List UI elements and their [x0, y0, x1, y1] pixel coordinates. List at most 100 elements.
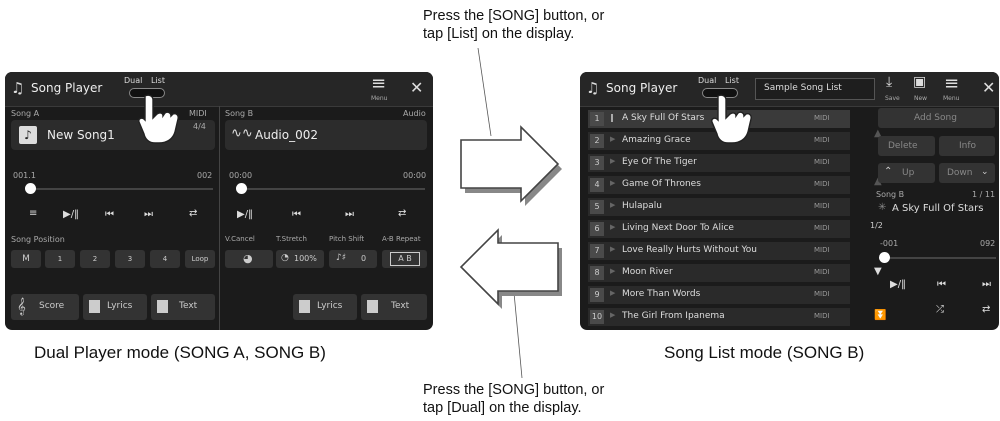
right-arrow-icon [460, 125, 562, 206]
close-icon-list[interactable]: ✕ [982, 78, 995, 97]
save-icon[interactable]: ⤓ [886, 74, 892, 90]
treble-clef-icon: 𝄞 [17, 297, 26, 315]
song-a-lyrics-button[interactable]: Lyrics [83, 294, 147, 320]
play-icon: ▶ [610, 289, 616, 297]
play-icon: ▶ [610, 223, 616, 231]
list-title: Song Player [606, 81, 678, 95]
pitch-shift-label: Pitch Shift [329, 235, 365, 243]
list-toggle-dual-label: Dual [698, 76, 717, 85]
song-a-slider[interactable] [31, 188, 213, 190]
dual-player-screen: ♫ Song Player Dual List ≡ Menu ✕ Song A … [5, 72, 433, 330]
down-button[interactable]: Down ⌄ [939, 163, 995, 183]
lyrics-icon [89, 300, 100, 313]
song-a-settings-icon[interactable]: ≡ [29, 208, 37, 219]
song-a-type: MIDI [189, 109, 207, 118]
position-button-1[interactable]: 1 [45, 250, 75, 268]
song-b-lyrics-label: Lyrics [317, 301, 343, 311]
bottom-leader-line [512, 281, 523, 379]
score-button[interactable]: 𝄞 Score [11, 294, 79, 320]
song-b-list-slider-knob[interactable] [879, 252, 890, 263]
song-list-row[interactable]: 9 ▶ More Than Words MIDI [588, 286, 850, 304]
down-label: Down [947, 168, 973, 178]
loop-button[interactable]: Loop [185, 250, 215, 268]
pitch-value: 0 [361, 254, 367, 263]
down-arrow-icon: ⌄ [981, 167, 989, 177]
song-b-end: 00:00 [403, 171, 427, 180]
song-a-slider-knob[interactable] [25, 183, 36, 194]
clock-icon: ◔ [281, 253, 289, 263]
vcancel-button[interactable]: ◕ [225, 250, 273, 268]
new-icon[interactable]: ▣ [913, 74, 926, 90]
position-button-4[interactable]: 4 [150, 250, 180, 268]
song-b-name-box[interactable]: ∿∿ Audio_002 [225, 120, 427, 150]
song-type: MIDI [814, 224, 830, 232]
song-list-row[interactable]: 4 ▶ Game Of Thrones MIDI [588, 176, 850, 194]
dual-toggle-list-label: List [151, 76, 165, 85]
up-button[interactable]: ⌃ Up [878, 163, 935, 183]
song-b-label: Song B [225, 109, 254, 118]
song-b-list-slider[interactable] [886, 257, 996, 259]
song-number: 10 [590, 310, 604, 324]
list-name-box[interactable]: Sample Song List [755, 78, 875, 100]
song-b-lyrics-button[interactable]: Lyrics [293, 294, 357, 320]
close-icon[interactable]: ✕ [410, 78, 423, 97]
song-b-slider-knob[interactable] [236, 183, 247, 194]
song-file-icon: ♪ [19, 126, 37, 144]
tstretch-button[interactable]: ◔ 100% [276, 250, 324, 268]
song-b-text-button[interactable]: Text [361, 294, 427, 320]
scroll-down-icon[interactable]: ▼ [874, 266, 882, 277]
song-a-label: Song A [11, 109, 40, 118]
song-list-row[interactable]: 6 ▶ Living Next Door To Alice MIDI [588, 220, 850, 238]
song-list-row[interactable]: 10 ▶ The Girl From Ipanema MIDI [588, 308, 850, 326]
position-button-2[interactable]: 2 [80, 250, 110, 268]
song-name: The Girl From Ipanema [622, 311, 725, 321]
song-list-row[interactable]: 5 ▶ Hulapalu MIDI [588, 198, 850, 216]
list-rewind-icon[interactable]: ⏮ [937, 279, 946, 290]
info-button[interactable]: Info [939, 136, 995, 156]
pitch-icon: ♪♯ [336, 253, 347, 263]
song-list-row[interactable]: 8 ▶ Moon River MIDI [588, 264, 850, 282]
text-label: Text [179, 301, 198, 311]
song-b-rewind-icon[interactable]: ⏮ [292, 209, 301, 220]
ab-repeat-button[interactable]: A B [382, 250, 427, 268]
song-list-row[interactable]: 7 ▶ Love Really Hurts Without You MIDI [588, 242, 850, 260]
song-a-repeat-icon[interactable]: ⇄ [189, 208, 197, 219]
song-list-row[interactable]: 3 ▶ Eye Of The Tiger MIDI [588, 154, 850, 172]
add-song-label: Add Song [914, 113, 957, 123]
song-b-forward-icon[interactable]: ⏭ [345, 209, 354, 220]
play-icon: ▶ [610, 179, 616, 187]
scroll-bottom-icon[interactable]: ⏬ [874, 310, 886, 321]
list-forward-icon[interactable]: ⏭ [982, 279, 991, 290]
menu-icon[interactable]: ≡ [371, 75, 386, 93]
song-b-name: Audio_002 [255, 128, 319, 142]
song-name: Living Next Door To Alice [622, 223, 734, 233]
menu-icon-list[interactable]: ≡ [944, 75, 959, 93]
song-a-name: New Song1 [47, 128, 115, 142]
ab-repeat-value: A B [390, 252, 420, 266]
text-icon-b [367, 300, 378, 313]
song-a-text-button[interactable]: Text [151, 294, 215, 320]
song-a-rewind-icon[interactable]: ⏮ [105, 209, 114, 220]
song-b-slider[interactable] [243, 188, 425, 190]
shuffle-icon[interactable]: ⤮ [936, 304, 944, 315]
up-arrow-icon: ⌃ [884, 166, 893, 177]
play-icon: ▶ [610, 201, 616, 209]
play-icon: ▶ [610, 135, 616, 143]
position-button-m[interactable]: M [11, 250, 41, 268]
add-song-button[interactable]: Add Song [878, 108, 995, 128]
list-play-pause-icon[interactable]: ▶/‖ [890, 279, 906, 290]
song-b-play-pause-icon[interactable]: ▶/‖ [237, 209, 253, 220]
song-b-repeat-icon[interactable]: ⇄ [398, 208, 406, 219]
list-repeat-icon[interactable]: ⇄ [982, 304, 990, 315]
position-button-3[interactable]: 3 [115, 250, 145, 268]
pitch-shift-button[interactable]: ♪♯ 0 [329, 250, 377, 268]
song-a-forward-icon[interactable]: ⏭ [144, 209, 153, 220]
delete-label: Delete [888, 141, 918, 151]
vcancel-label: V.Cancel [225, 235, 255, 243]
delete-button[interactable]: Delete [878, 136, 935, 156]
song-a-play-pause-icon[interactable]: ▶/‖ [63, 209, 79, 220]
song-type: MIDI [814, 290, 830, 298]
song-name: Love Really Hurts Without You [622, 245, 757, 255]
lyrics-label: Lyrics [107, 301, 133, 311]
music-note-icon-list: ♫ [586, 79, 600, 97]
